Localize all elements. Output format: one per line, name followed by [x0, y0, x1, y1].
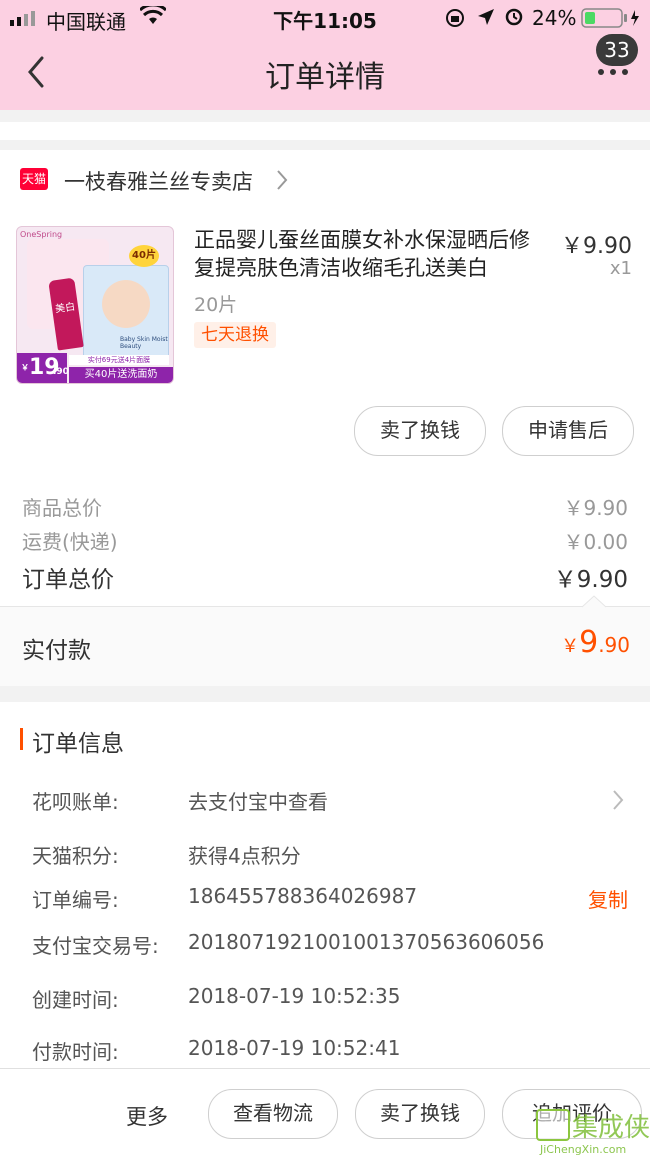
product-price-tag: ￥ 19 .90: [17, 353, 69, 383]
product-qty: x1: [609, 258, 632, 279]
promo-top: 实付69元送4片面膜: [69, 355, 169, 365]
product-title[interactable]: 正品婴儿蚕丝面膜女补水保湿晒后修复提亮肤色清洁收缩毛孔送美白: [194, 226, 550, 282]
goods-total-label: 商品总价: [22, 496, 102, 520]
paid-time-value: 2018-07-19 10:52:41: [188, 1036, 401, 1060]
heading-accent-bar: [20, 728, 23, 750]
sell-button-bottom[interactable]: 卖了换钱: [355, 1089, 485, 1139]
logistics-button[interactable]: 查看物流: [208, 1089, 338, 1139]
created-time-value: 2018-07-19 10:52:35: [188, 984, 401, 1008]
goods-total-value: ￥9.90: [563, 496, 628, 520]
bottom-action-bar: 更多 查看物流 卖了换钱 追加评价 集成侠 JiChengXin.com: [0, 1068, 650, 1156]
watermark-logo-icon: [536, 1109, 570, 1141]
status-bar: 中国联通 下午11:05 24%: [0, 0, 650, 36]
alipay-trade-label: 支付宝交易号:: [32, 934, 159, 958]
order-item-card: 天猫 一枝春雅兰丝专卖店 OneSpring Baby Skin Moist B…: [0, 150, 650, 606]
chevron-right-icon[interactable]: [274, 168, 290, 192]
after-sale-button[interactable]: 申请售后: [502, 406, 634, 456]
more-button[interactable]: 更多: [126, 1101, 168, 1131]
paid-time-label: 付款时间:: [32, 1040, 119, 1064]
shipping-value: ￥0.00: [563, 530, 628, 554]
created-time-label: 创建时间:: [32, 988, 119, 1012]
baby-face: [102, 280, 150, 328]
product-price: ￥9.90: [561, 234, 632, 259]
tmall-logo: 天猫: [20, 168, 48, 190]
order-info-card: 订单信息 花呗账单: 去支付宝中查看 天猫积分: 获得4点积分 订单编号: 18…: [0, 702, 650, 1068]
order-number-value: 186455788364026987: [188, 884, 418, 908]
mask-box: Baby Skin Moist Beauty: [83, 265, 169, 359]
paid-currency: ￥: [561, 636, 580, 657]
order-number-label: 订单编号:: [32, 888, 119, 912]
location-icon: [478, 9, 494, 25]
paid-section: 实付款 ￥9.90: [0, 595, 650, 686]
tag-price-dec: .90: [53, 367, 69, 377]
promo-bottom: 买40片送洗面奶: [69, 367, 173, 383]
order-total-label: 订单总价: [22, 567, 114, 593]
more-icon[interactable]: [596, 64, 630, 80]
top-bar: 中国联通 下午11:05 24% 订单详情 33: [0, 0, 650, 110]
pieces-tag: 40片: [129, 245, 159, 267]
alipay-trade-value: 2018071921001001370563606056: [188, 930, 545, 954]
points-value: 获得4点积分: [188, 844, 301, 868]
chevron-right-icon[interactable]: [610, 788, 626, 812]
watermark-url: JiChengXin.com: [540, 1143, 627, 1156]
order-detail-screen: 中国联通 下午11:05 24% 订单详情 33 天猫 一枝春雅兰丝专卖店 On…: [0, 0, 650, 1156]
page-title: 订单详情: [265, 60, 385, 95]
copy-button[interactable]: 复制: [580, 884, 628, 913]
paid-label: 实付款: [22, 638, 91, 664]
top-strip: [0, 122, 650, 140]
box-caption: Baby Skin Moist Beauty: [120, 336, 168, 350]
shipping-label: 运费(快递): [22, 530, 118, 554]
caret-up-icon: [582, 595, 606, 608]
battery-percent: 24%: [532, 6, 577, 30]
points-label: 天猫积分:: [32, 844, 119, 868]
orientation-lock-icon: [446, 9, 464, 27]
return-policy-tag: 七天退换: [194, 322, 276, 348]
paid-dec: .90: [598, 633, 630, 657]
order-info-heading: 订单信息: [32, 731, 124, 757]
battery-icon: [581, 8, 639, 28]
order-total-value: ￥9.90: [553, 567, 628, 593]
huabei-label: 花呗账单:: [32, 790, 119, 814]
product-brand: OneSpring: [20, 230, 63, 239]
huabei-value[interactable]: 去支付宝中查看: [188, 786, 328, 815]
paid-amount: ￥9.90: [520, 625, 630, 660]
watermark-text: 集成侠: [572, 1113, 650, 1143]
product-spec: 20片: [194, 294, 238, 316]
message-badge: 33: [596, 34, 638, 66]
sell-button[interactable]: 卖了换钱: [354, 406, 486, 456]
paid-int: 9: [579, 625, 599, 660]
store-name[interactable]: 一枝春雅兰丝专卖店: [64, 166, 253, 196]
alarm-icon: [505, 8, 523, 26]
product-image[interactable]: OneSpring Baby Skin Moist Beauty 40片 美白 …: [16, 226, 174, 384]
